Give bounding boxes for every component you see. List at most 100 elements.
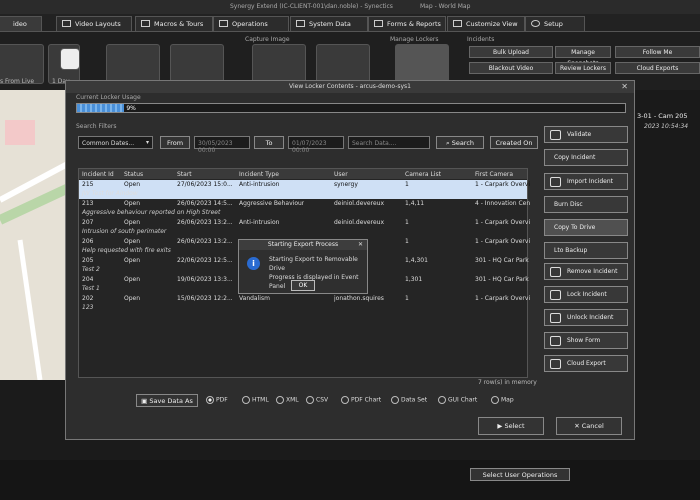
remove-incident-button[interactable]: Remove Incident — [544, 263, 628, 280]
row-note: Test 2 — [82, 266, 100, 273]
tab-customize-view[interactable]: Customize View — [447, 16, 525, 31]
common-dates-select[interactable]: Common Dates... ▾ — [78, 136, 153, 149]
format-radio-pdf-chart[interactable]: PDF Chart — [341, 396, 381, 404]
dialog-title: View Locker Contents - arcus-demo-sys1 — [66, 81, 634, 93]
copy-incident-button[interactable]: Copy Incident — [544, 149, 628, 166]
to-date-field[interactable]: 01/07/2023 00:00 — [288, 136, 344, 154]
column-header[interactable]: Camera List — [405, 171, 441, 178]
table-cell: 204 — [82, 276, 94, 283]
search-filters-label: Search Filters — [76, 123, 117, 130]
action-label: Copy To Drive — [554, 224, 596, 231]
table-cell: 215 — [82, 181, 94, 188]
action-label: Show Form — [567, 337, 601, 344]
close-icon[interactable]: ✕ — [358, 241, 363, 248]
cloud-exports-button[interactable]: Cloud Exports — [615, 62, 700, 74]
column-header[interactable]: Status — [124, 171, 143, 178]
select-user-operations-button[interactable]: Select User Operations — [470, 468, 570, 481]
action-label: Cloud Export — [567, 360, 606, 367]
format-radio-gui-chart[interactable]: GUI Chart — [438, 396, 477, 404]
cloud-icon — [550, 359, 561, 369]
camera-panel: 3-01 - Cam 205 2023 10:54:34 — [632, 90, 700, 390]
table-row[interactable]: 202 Open 15/06/2023 12:2... Vandalism jonath… — [79, 294, 530, 313]
import-icon — [550, 177, 561, 187]
from-date-field[interactable]: 30/05/2023 00:00 — [194, 136, 250, 154]
show-form-button[interactable]: Show Form — [544, 332, 628, 349]
select-button[interactable]: ▶ Select — [478, 417, 544, 435]
copy-to-drive-button[interactable]: Copy To Drive — [544, 219, 628, 236]
tab-operations[interactable]: Operations — [213, 16, 289, 31]
table-cell: Anti-intrusion — [239, 181, 280, 188]
table-cell: Open — [124, 181, 141, 188]
column-header[interactable]: Start — [177, 171, 192, 178]
format-radio-pdf[interactable]: PDF — [206, 396, 228, 404]
format-radio-html[interactable]: HTML — [242, 396, 269, 404]
row-count: 7 row(s) in memory — [478, 379, 537, 386]
tab-system-data[interactable]: System Data — [290, 16, 368, 31]
export-message-box: Starting Export Process ✕ i Starting Exp… — [238, 239, 368, 294]
table-row[interactable]: 213 Open 26/06/2023 14:5... Aggressive Beha… — [79, 199, 530, 218]
table-cell: 1 — [405, 219, 409, 226]
world-map[interactable] — [0, 90, 75, 380]
burn-disc-button[interactable]: Burn Disc — [544, 196, 628, 213]
format-radio-csv[interactable]: CSV — [306, 396, 328, 404]
from-button[interactable]: From — [160, 136, 190, 149]
search-button-label: Search — [451, 139, 475, 147]
tab-video-layouts[interactable]: Video Layouts — [56, 16, 132, 31]
close-icon[interactable]: ✕ — [621, 82, 628, 91]
table-cell: Open — [124, 276, 141, 283]
search-data-input[interactable]: Search Data.... — [348, 136, 430, 149]
validate-button[interactable]: Validate — [544, 126, 628, 143]
column-header[interactable]: First Camera — [475, 171, 513, 178]
blackout-video-button[interactable]: Blackout Video — [469, 62, 553, 74]
capture-camera-button[interactable] — [252, 44, 306, 84]
format-label: PDF — [216, 396, 228, 404]
schedule-button[interactable] — [106, 44, 160, 84]
to-button[interactable]: To — [254, 136, 284, 149]
follow-me-button[interactable]: Follow Me — [615, 46, 700, 58]
trash-icon — [550, 267, 561, 277]
tab-video[interactable]: ideo — [0, 16, 42, 31]
radio-icon — [341, 396, 349, 404]
column-header[interactable]: Incident Id — [82, 171, 114, 178]
camera-time: 2023 10:54:34 — [644, 123, 689, 130]
table-cell: 19/06/2023 13:3... — [177, 276, 233, 283]
save-image-button[interactable] — [316, 44, 370, 84]
window-title-bar: Synergy Extend (IC-CLIENT-001\dan.noble)… — [0, 0, 700, 14]
lto-backup-button[interactable]: Lto Backup — [544, 242, 628, 259]
table-cell: deiniol.devereux — [334, 219, 385, 226]
column-header[interactable]: User — [334, 171, 348, 178]
locker-lock-button[interactable] — [395, 44, 449, 84]
tab-forms-reports[interactable]: Forms & Reports — [368, 16, 446, 31]
table-cell: 15/06/2023 12:2... — [177, 295, 233, 302]
manage-snapshots-button[interactable]: Manage Snapshots — [555, 46, 611, 67]
tab-setup[interactable]: Setup — [525, 16, 585, 31]
tab-macros-tours[interactable]: Macros & Tours — [135, 16, 213, 31]
radio-icon — [391, 396, 399, 404]
table-cell: 202 — [82, 295, 94, 302]
format-radio-data-set[interactable]: Data Set — [391, 396, 427, 404]
table-row[interactable]: 207 Open 26/06/2023 13:2... Anti-intrusion d… — [79, 218, 530, 237]
dome-camera-button[interactable] — [170, 44, 224, 84]
search-button[interactable]: ⌕ Search — [436, 136, 484, 149]
radio-icon — [206, 396, 214, 404]
cloud-export-button[interactable]: Cloud Export — [544, 355, 628, 372]
tab-label: System Data — [309, 20, 351, 28]
play-icon: ▶ — [497, 422, 503, 430]
search-icon: ⌕ — [445, 139, 450, 147]
created-on-button[interactable]: Created On — [490, 136, 538, 149]
review-lockers-button[interactable]: Review Lockers — [555, 62, 611, 74]
lock-incident-button[interactable]: Lock Incident — [544, 286, 628, 303]
format-radio-map[interactable]: Map — [491, 396, 514, 404]
table-row[interactable]: 215 Open 27/06/2023 15:0... Anti-intrusion s… — [79, 180, 530, 199]
table-cell: deiniol.devereux — [334, 200, 385, 207]
unlock-incident-button[interactable]: Unlock Incident — [544, 309, 628, 326]
table-cell: Open — [124, 238, 141, 245]
format-radio-xml[interactable]: XML — [276, 396, 299, 404]
cancel-button[interactable]: ✕ Cancel — [556, 417, 622, 435]
import-incident-button[interactable]: Import Incident — [544, 173, 628, 190]
column-header[interactable]: Incident Type — [239, 171, 279, 178]
save-data-as-button[interactable]: ▣ Save Data As — [136, 394, 198, 407]
form-icon — [550, 336, 561, 346]
ok-button[interactable]: OK — [291, 280, 315, 291]
bulk-upload-button[interactable]: Bulk Upload — [469, 46, 553, 58]
